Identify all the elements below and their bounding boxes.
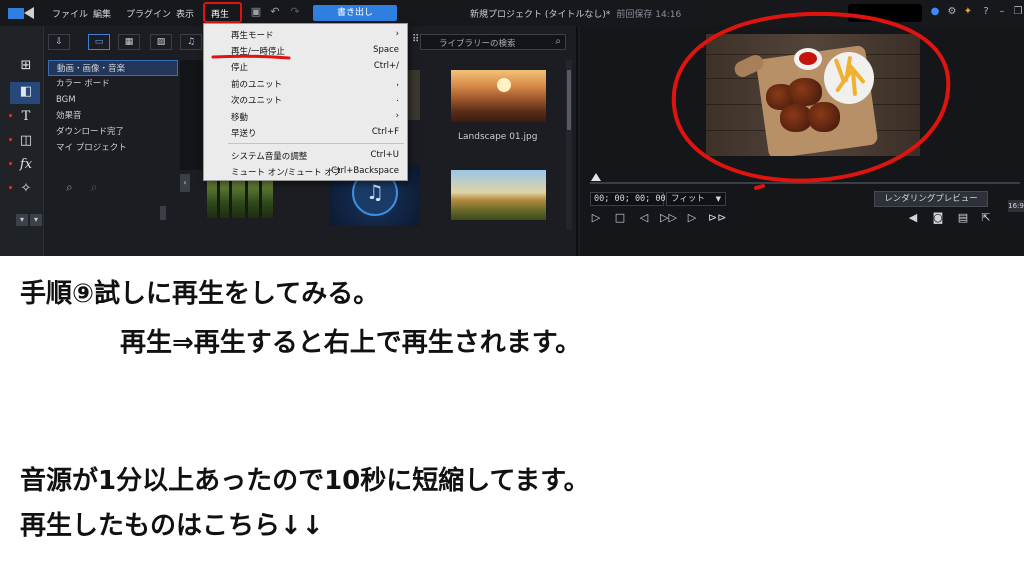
aspect-ratio-badge[interactable]: 16:9 [1008,200,1024,212]
sun-shape [497,78,511,92]
thumbnail-label: Landscape 01.jpg [458,132,538,142]
menu-item-stop[interactable]: 停止 Ctrl+/ [204,59,407,74]
panel-divider[interactable] [576,26,578,256]
instruction-line-1: 手順⑨試しに再生をしてみる。 [20,279,380,309]
restore-icon[interactable]: ❐ [1012,6,1024,18]
menu-item-previous-unit[interactable]: 前のユニット , [204,76,407,91]
music-note-icon: ♫ [366,180,384,204]
add-tag-icon[interactable]: ⌕ [66,180,73,194]
minimize-icon[interactable]: – [996,6,1008,18]
previous-frame-icon[interactable]: ◁ [636,210,652,226]
media-filter-icon[interactable]: ▭ [88,34,110,50]
playhead-icon[interactable] [591,173,601,181]
menu-item-next-unit[interactable]: 次のユニット . [204,92,407,107]
menu-file[interactable]: ファイル [52,7,88,20]
particle-icon[interactable]: ✧ [16,180,36,198]
menu-separator [228,143,404,144]
play-icon[interactable]: ▷ [588,210,604,226]
menu-item-system-volume[interactable]: システム音量の調整 Ctrl+U [204,148,407,163]
category-item[interactable]: ダウンロード完了 [48,124,178,140]
category-scrollbar[interactable] [160,206,166,220]
library-toolbar: ⇩ ▭ ▦ ▨ ♫ [46,34,216,52]
collapse-panel-icon[interactable]: ‹ [180,174,190,192]
menu-item-fast-forward[interactable]: 早送り Ctrl+F [204,125,407,140]
rail-down-icon[interactable]: ▾ [30,214,42,226]
playback-dropdown-menu: 再生モード › 再生/一時停止 Space 停止 Ctrl+/ 前のユニット ,… [203,23,408,181]
zoom-fit-value: フィット [671,194,705,204]
skip-icon[interactable]: ⊳⊳ [708,210,726,226]
media-thumbnail-meadow[interactable] [451,170,546,220]
left-rail: ⊞ ◧ T ◫ fx ✧ ▾ ▾ [0,26,44,256]
category-item[interactable]: 動画・画像・音楽 [48,60,178,76]
highlight-playback-menu [203,2,242,23]
image-filter-icon[interactable]: ▨ [150,34,172,50]
import-icon[interactable]: ⇩ [48,34,70,50]
category-item[interactable]: マイ プロジェクト [48,140,178,156]
render-preview-button[interactable]: レンダリングプレビュー [874,191,988,207]
window-title: 新規プロジェクト (タイトルなし)* 前回保存 14:16 [470,7,681,20]
media-icon[interactable]: ◧ [16,83,36,101]
video-editor-window: ファイル 編集 プラグイン 表示 再生 ▣ ↶ ↷ 書き出し 新規プロジェクト … [0,0,1024,256]
red-circle-annotation [671,11,951,190]
rail-up-icon[interactable]: ▾ [16,214,28,226]
search-icon[interactable]: ⌕ [555,36,561,47]
undock-icon[interactable]: ⇱ [978,210,994,226]
title-icon[interactable]: T [16,108,36,126]
library-side-strip [180,60,202,170]
media-thumbnail-landscape[interactable] [451,70,546,122]
crown-icon[interactable]: ✦ [962,6,974,18]
export-button[interactable]: 書き出し [313,5,397,21]
redo-icon[interactable]: ↷ [289,6,301,18]
menu-view[interactable]: 表示 [176,7,194,20]
save-icon[interactable]: ▣ [250,6,262,18]
volume-icon[interactable]: ◀ [905,210,921,226]
category-item[interactable]: BGM [48,92,178,108]
category-list: 動画・画像・音楽 カラー ボード BGM 効果音 ダウンロード完了 マイ プロジ… [48,60,178,156]
menu-edit[interactable]: 編集 [93,7,111,20]
rail-marker [9,138,12,141]
instruction-line-2: 再生⇒再生すると右上で再生されます。 [120,328,582,358]
category-item[interactable]: 効果音 [48,108,178,124]
snapshot-icon[interactable]: ◙ [930,210,946,226]
rail-marker [9,186,12,189]
library-search[interactable]: ライブラリーの検索 ⌕ [420,34,566,50]
app-logo-icon [8,7,34,19]
menu-plugins[interactable]: プラグイン [126,7,171,20]
timecode-field[interactable]: 00; 00; 00; 00 [590,192,666,206]
transition-icon[interactable]: ◫ [16,132,36,150]
rail-marker [9,162,12,165]
music-filter-icon[interactable]: ♫ [180,34,202,50]
media-room-icon[interactable]: ⊞ [16,57,36,75]
zoom-fit-select[interactable]: フィット ▼ [666,192,726,206]
video-filter-icon[interactable]: ▦ [118,34,140,50]
search-input[interactable]: ライブラリーの検索 [439,37,516,49]
subtitle-icon[interactable]: ▤ [955,210,971,226]
fx-icon[interactable]: fx [16,156,36,174]
menu-item-move[interactable]: 移動 › [204,109,407,124]
menu-item-mute-toggle[interactable]: ミュート オン/ミュート オフ Ctrl+Backspace [204,164,407,179]
instruction-line-3: 音源が1分以上あったので10秒に短縮してます。 [20,466,590,496]
tag-icons: ⌕ ⌕ [66,180,97,195]
rail-marker [9,114,12,117]
fast-forward-icon[interactable]: ▷▷ [660,210,677,226]
undo-icon[interactable]: ↶ [269,6,281,18]
chevron-down-icon: ▼ [715,195,721,203]
library-scrollbar[interactable] [566,60,572,230]
remove-tag-icon[interactable]: ⌕ [91,180,98,194]
instruction-line-4: 再生したものはこちら↓↓ [20,511,324,541]
menu-item-play-mode[interactable]: 再生モード › [204,27,407,42]
category-item[interactable]: カラー ボード [48,76,178,92]
project-title: 新規プロジェクト (タイトルなし)* [470,10,611,20]
red-underline-annotation [211,54,291,60]
stop-icon[interactable]: □ [612,210,628,226]
grid-view-icon[interactable]: ⠿ [412,34,419,45]
next-frame-icon[interactable]: ▷ [684,210,700,226]
help-icon[interactable]: ? [980,6,992,18]
